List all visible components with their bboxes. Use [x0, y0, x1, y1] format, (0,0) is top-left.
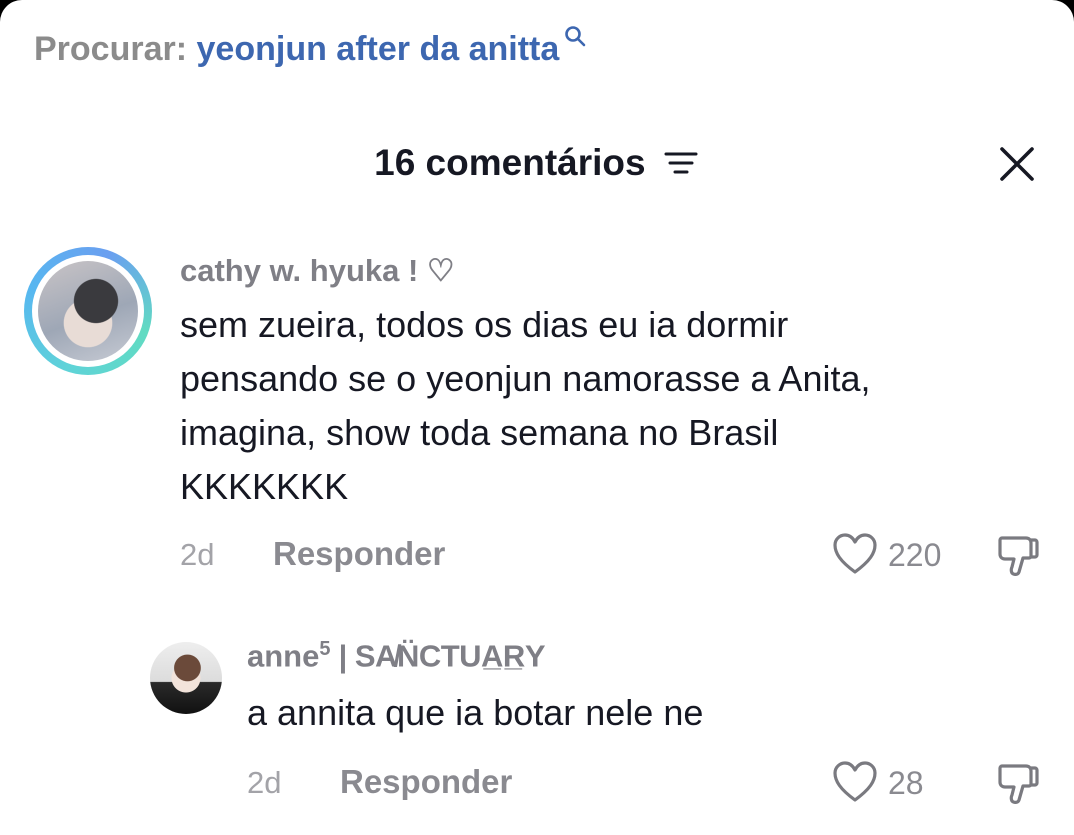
reply-text: a annita que ia botar nele ne [247, 692, 704, 733]
like-count: 220 [888, 537, 942, 573]
reply-reply-button[interactable]: Responder [340, 763, 512, 801]
commenter-avatar[interactable] [24, 247, 152, 375]
search-prefix: Procurar: [34, 30, 188, 68]
reply-username[interactable]: anne5 | SA̸N̈CTUA̲R̲Y [247, 638, 545, 674]
reply-username-name: anne [247, 638, 320, 674]
comments-sheet: Procurar: yeonjun after da anitta 16 com… [0, 0, 1074, 835]
search-suggestion[interactable]: Procurar: yeonjun after da anitta [34, 26, 586, 69]
search-icon[interactable] [563, 24, 587, 48]
comment-username[interactable]: cathy w. hyuka ! ♡ [180, 253, 455, 289]
filter-icon[interactable] [664, 150, 700, 176]
search-query[interactable]: yeonjun after da anitta [197, 30, 560, 68]
reply-avatar[interactable] [150, 642, 222, 714]
dislike-icon[interactable] [996, 534, 1040, 578]
comments-header: 16 comentários [0, 140, 1074, 184]
dislike-icon[interactable] [996, 762, 1040, 806]
comment-time: 2d [180, 537, 215, 572]
heart-icon[interactable] [832, 761, 878, 803]
avatar-photo [38, 261, 138, 361]
comment-line: KKKKKKK [180, 466, 349, 507]
comment-line: imagina, show toda semana no Brasil [180, 412, 779, 453]
comment-text: sem zueira, todos os dias eu ia dormir p… [180, 298, 871, 514]
comments-count-title: 16 comentários [374, 142, 646, 184]
heart-icon[interactable] [832, 533, 878, 575]
reply-username-tag: | SA̸N̈CTUA̲R̲Y [330, 638, 546, 674]
comment-line: sem zueira, todos os dias eu ia dormir [180, 304, 789, 345]
reply-time: 2d [247, 765, 282, 800]
reply-like-count: 28 [888, 765, 924, 801]
reply-username-sup: 5 [319, 638, 331, 660]
close-icon[interactable] [998, 145, 1036, 183]
comment-line: pensando se o yeonjun namorasse a Anita, [180, 358, 871, 399]
reply-button[interactable]: Responder [273, 535, 445, 573]
